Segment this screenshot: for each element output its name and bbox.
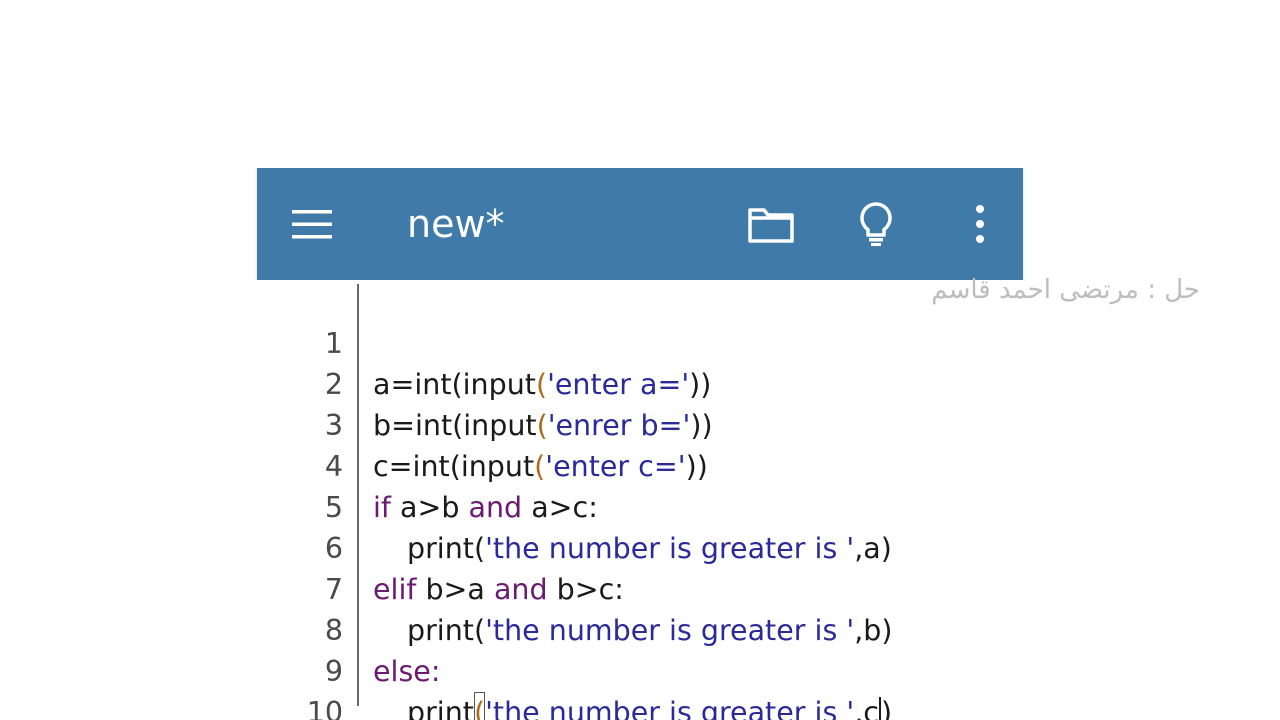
- more-vert-icon: [976, 205, 984, 243]
- code-line[interactable]: 4 if a>b and a>c:: [257, 405, 598, 524]
- code-line[interactable]: 2 b=int(input('enrer b=')): [257, 323, 713, 442]
- gutter-divider: [357, 284, 359, 706]
- code-text[interactable]: elif b>a and b>c:: [373, 569, 624, 610]
- file-title: new*: [407, 202, 505, 246]
- lightbulb-icon: [860, 202, 892, 246]
- folder-icon: [748, 208, 794, 243]
- code-text[interactable]: c=int(input('enter c=')): [373, 446, 708, 487]
- app-bar: new*: [257, 168, 1023, 280]
- code-text[interactable]: else:: [373, 651, 440, 692]
- code-text[interactable]: b=int(input('enrer b=')): [373, 405, 713, 446]
- code-text[interactable]: a=int(input('enter a=')): [373, 364, 711, 405]
- code-line[interactable]: 9 print('the number is greater is ',c): [257, 610, 892, 720]
- overflow-menu-button[interactable]: [955, 199, 1005, 249]
- code-line[interactable]: 1 a=int(input('enter a=')): [257, 282, 712, 401]
- code-line[interactable]: 7 print('the number is greater is ',b): [257, 528, 893, 647]
- code-text[interactable]: print('the number is greater is ',b): [407, 610, 892, 651]
- hamburger-menu-icon: [292, 210, 332, 239]
- code-editor[interactable]: 1 a=int(input('enter a=')) 2 b=int(input…: [257, 280, 1023, 720]
- menu-button[interactable]: [287, 199, 337, 249]
- line-number: 10: [306, 696, 343, 720]
- matched-paren-highlight: (: [473, 692, 486, 720]
- code-line[interactable]: 10: [257, 651, 343, 720]
- author-watermark: حل : مرتضى احمد قاسم: [931, 275, 1200, 305]
- code-line[interactable]: 8 else:: [257, 569, 441, 688]
- code-text[interactable]: print('the number is greater is ',c): [407, 692, 892, 720]
- open-folder-button[interactable]: [746, 199, 796, 249]
- code-line[interactable]: 5 print('the number is greater is ',a): [257, 446, 892, 565]
- code-text[interactable]: if a>b and a>c:: [373, 487, 598, 528]
- hint-button[interactable]: [851, 199, 901, 249]
- code-text[interactable]: print('the number is greater is ',a): [407, 528, 892, 569]
- screen: new* 1 a=int(input('enter a=')) 2 b=int(…: [0, 0, 1280, 720]
- code-line[interactable]: 6 elif b>a and b>c:: [257, 487, 624, 606]
- code-line[interactable]: 3 c=int(input('enter c=')): [257, 364, 708, 483]
